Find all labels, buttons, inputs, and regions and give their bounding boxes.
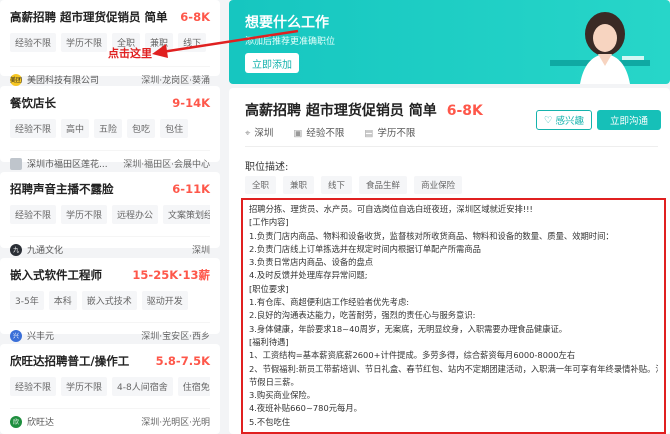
- description-line: 3.身体健康，年龄要求18~40周岁，无案底，无明显纹身，入职需要办理食品健康证…: [249, 323, 568, 334]
- detail-title-text: 高薪招聘 超市理货促销员 简单: [245, 103, 437, 119]
- graduation-cap-icon: ▤: [364, 128, 374, 139]
- detail-meta: ⌖ 深圳 ▣ 经验不限 ▤ 学历不限: [245, 125, 415, 139]
- job-tag: 经验不限: [10, 377, 57, 396]
- interest-label: 感兴趣: [555, 116, 585, 127]
- description-line: 5.不包吃住: [249, 416, 291, 427]
- job-card[interactable]: 欣旺达招聘普工/操作工 5.8-7.5K 经验不限 学历不限 4-8人间宿舍 住…: [0, 344, 220, 434]
- job-tag: 4-8人间宿舍: [112, 377, 173, 396]
- job-salary: 6-11K: [172, 182, 210, 196]
- company-name[interactable]: 美团科技有限公司: [27, 73, 99, 86]
- annotation-arrow-icon: [152, 29, 299, 58]
- description-line: 节假日三薪。: [249, 376, 299, 387]
- detail-tag: 全职: [245, 176, 277, 194]
- meta-location: ⌖ 深圳: [245, 125, 273, 139]
- description-line: 4.及时反馈并处理库存异常问题;: [249, 270, 368, 281]
- job-title: 餐饮店长: [10, 96, 56, 110]
- job-tag: 经验不限: [10, 119, 57, 138]
- job-salary: 5.8-7.5K: [155, 354, 210, 368]
- description-line: 2.负责门店线上订单拣选并在规定时间内根据订单配产所需商品: [249, 243, 481, 254]
- job-salary: 15-25K·13薪: [132, 268, 210, 282]
- job-card[interactable]: 招聘声音主播不露脸 6-11K 经验不限 学历不限 远程办公 文案策划经验 九 …: [0, 172, 220, 256]
- job-location: 深圳·宝安区·西乡: [141, 332, 210, 342]
- description-line: 4.夜班补贴660~780元每月。: [249, 403, 362, 414]
- job-card[interactable]: 嵌入式软件工程师 15-25K·13薪 3-5年 本科 嵌入式技术 驱动开发 兴…: [0, 258, 220, 342]
- job-title: 嵌入式软件工程师: [10, 268, 102, 282]
- description-line: [工作内容]: [249, 217, 289, 228]
- company-logo-icon: 欣: [10, 415, 22, 428]
- job-tag: 嵌入式技术: [81, 291, 137, 310]
- description-line: 1、工资结构=基本薪资底薪2600+计件提成。多劳多得，综合薪资每月6000-8…: [249, 350, 576, 361]
- detail-tag: 商业保险: [414, 176, 463, 194]
- detail-tags: 全职 兼职 线下 食品生鲜 商业保险: [245, 176, 463, 194]
- description-line: [职位要求]: [249, 283, 289, 294]
- company-name[interactable]: 欣旺达: [27, 415, 54, 428]
- detail-title: 高薪招聘 超市理货促销员 简单 6-8K: [245, 100, 483, 120]
- job-description-box: 招聘分拣、理货员、水产员。可自选岗位自选白班夜班，深圳区域就近安排!!! [工作…: [241, 198, 666, 434]
- description-line: 3.负责日常店内商品、设备的盘点: [249, 257, 374, 268]
- woman-illustration-icon: [550, 12, 650, 84]
- job-tag: 经验不限: [10, 205, 57, 224]
- description-line: 3.购买商业保险。: [249, 390, 315, 401]
- detail-tag: 兼职: [283, 176, 315, 194]
- description-line: 2、节假福利:新员工带薪培训、节日礼盒、春节红包、站内不定期团建活动，入职满一年…: [249, 363, 658, 374]
- job-tag: 本科: [48, 291, 77, 310]
- job-location: 深圳: [191, 246, 210, 256]
- detail-salary: 6-8K: [446, 103, 483, 119]
- job-detail-panel: 高薪招聘 超市理货促销员 简单 6-8K ⌖ 深圳 ▣ 经验不限 ▤ 学历不限 ♡ 感兴趣…: [229, 88, 670, 434]
- description-label: 职位描述:: [245, 162, 289, 173]
- location-pin-icon: ⌖: [245, 128, 251, 139]
- job-location: 深圳·福田区·会展中心: [123, 160, 210, 170]
- job-list: 高薪招聘 超市理货促销员 简单 6-8K 经验不限 学历不限 全职 兼职 线下 …: [0, 0, 225, 434]
- briefcase-icon: ▣: [293, 128, 303, 139]
- job-title: 高薪招聘 超市理货促销员 简单: [10, 10, 168, 24]
- description-line: 1.有仓库、商超便利店工作经验者优先考虑:: [249, 297, 410, 308]
- job-location: 深圳·龙岗区·葵涌: [141, 76, 210, 86]
- company-name[interactable]: 深圳市福田区莲花...: [27, 157, 108, 170]
- job-salary: 9-14K: [172, 96, 210, 110]
- company-logo-icon: 美团: [10, 73, 22, 86]
- company-name[interactable]: 九通文化: [27, 243, 63, 256]
- job-tag: 驱动开发: [141, 291, 188, 310]
- heart-icon: ♡: [543, 114, 553, 126]
- job-tag: 远程办公: [112, 205, 159, 224]
- education-text: 学历不限: [377, 128, 416, 139]
- job-tag: 3-5年: [10, 291, 44, 310]
- job-tag: 学历不限: [61, 205, 108, 224]
- description-line: 1.负责门店内商品、物料和设备收货，监督核对所收货商品、物料和设备的数量、质量、…: [249, 230, 614, 241]
- job-tag: 文案策划经验: [163, 205, 210, 224]
- job-card[interactable]: 餐饮店长 9-14K 经验不限 高中 五险 包吃 包住 深圳市福田区莲花... …: [0, 86, 220, 170]
- interest-button[interactable]: ♡ 感兴趣: [536, 110, 592, 130]
- job-tag: 包住: [160, 119, 189, 138]
- company-name[interactable]: 兴丰元: [27, 329, 54, 342]
- job-salary: 6-8K: [180, 10, 210, 24]
- meta-experience: ▣ 经验不限: [293, 125, 344, 139]
- job-tag: 经验不限: [10, 33, 57, 52]
- detail-tag: 食品生鲜: [359, 176, 408, 194]
- description-line: 2.良好的沟通表达能力，吃苦耐劳，强烈的责任心与服务意识:: [249, 310, 476, 321]
- building-icon: [10, 157, 22, 170]
- description-line: 招聘分拣、理货员、水产员。可自选岗位自选白班夜班，深圳区域就近安排!!!: [249, 204, 533, 214]
- job-tag: 高中: [61, 119, 90, 138]
- job-tag: 包吃: [127, 119, 156, 138]
- job-title: 招聘声音主播不露脸: [10, 182, 114, 196]
- detail-tag: 线下: [321, 176, 353, 194]
- location-text: 深圳: [254, 128, 274, 139]
- job-title: 欣旺达招聘普工/操作工: [10, 354, 130, 368]
- job-tag: 学历不限: [61, 377, 108, 396]
- chat-now-button[interactable]: 立即沟通: [597, 110, 661, 130]
- company-logo-icon: 兴: [10, 329, 22, 342]
- job-location: 深圳·光明区·光明: [141, 418, 210, 428]
- job-tag: 五险: [94, 119, 123, 138]
- job-tag: 住宿免费: [177, 377, 210, 396]
- annotation-click-here: 点击这里: [108, 47, 152, 60]
- job-tag: 学历不限: [61, 33, 108, 52]
- meta-education: ▤ 学历不限: [364, 125, 415, 139]
- experience-text: 经验不限: [306, 128, 345, 139]
- description-line: [福利待遇]: [249, 336, 289, 347]
- divider: [245, 146, 658, 147]
- company-logo-icon: 九: [10, 243, 22, 256]
